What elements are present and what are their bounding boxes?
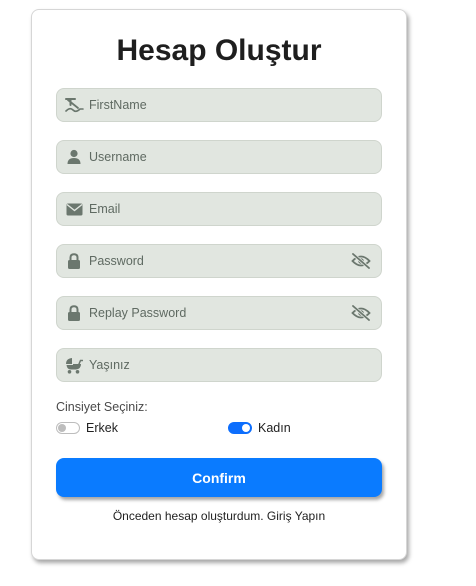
firstname-field[interactable]	[56, 88, 382, 122]
eye-slash-icon[interactable]	[345, 245, 377, 277]
lock-icon	[59, 245, 89, 277]
gender-option-label: Kadın	[258, 421, 291, 435]
page-title: Hesap Oluştur	[116, 34, 322, 67]
gender-label: Cinsiyet Seçiniz:	[56, 400, 148, 414]
age-field[interactable]	[56, 348, 382, 382]
baby-carriage-icon	[59, 349, 89, 381]
signup-card: Hesap Oluştur FirstName Username Email Y…	[31, 9, 407, 560]
replay-password-input[interactable]	[89, 297, 345, 329]
firstname-input[interactable]	[89, 89, 381, 121]
gender-toggle-kadin[interactable]	[228, 422, 252, 434]
username-input[interactable]	[89, 141, 381, 173]
envelope-icon	[59, 193, 89, 225]
gender-toggle-erkek[interactable]	[56, 422, 80, 434]
age-input[interactable]	[89, 349, 381, 381]
gender-option-erkek[interactable]: Erkek	[56, 421, 118, 435]
user-icon	[59, 141, 89, 173]
replay-password-field[interactable]	[56, 296, 382, 330]
gender-option-label: Erkek	[86, 421, 118, 435]
login-link[interactable]: Önceden hesap oluşturdum. Giriş Yapın	[32, 509, 406, 523]
username-field[interactable]	[56, 140, 382, 174]
lock-icon	[59, 297, 89, 329]
email-input[interactable]	[89, 193, 381, 225]
confirm-button[interactable]: Confirm	[56, 458, 382, 497]
signature-icon	[59, 89, 89, 121]
password-field[interactable]	[56, 244, 382, 278]
password-input[interactable]	[89, 245, 345, 277]
eye-slash-icon[interactable]	[345, 297, 377, 329]
gender-option-kadin[interactable]: Kadın	[228, 421, 291, 435]
email-field[interactable]	[56, 192, 382, 226]
